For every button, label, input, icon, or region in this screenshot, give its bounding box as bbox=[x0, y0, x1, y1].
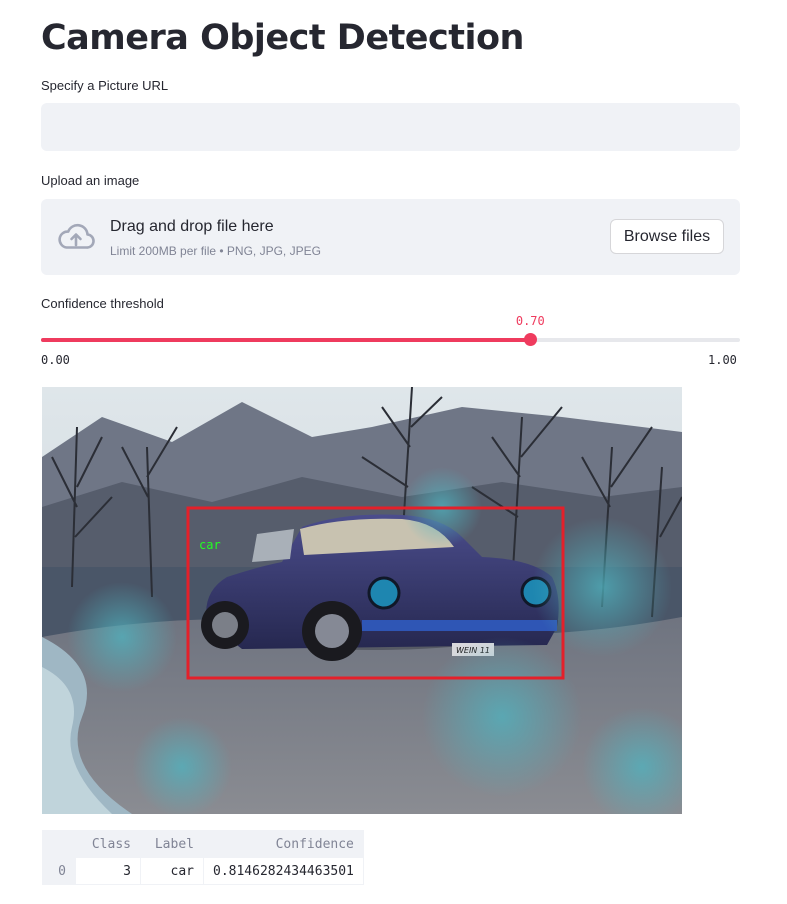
upload-label: Upload an image bbox=[41, 173, 140, 188]
browse-files-button[interactable]: Browse files bbox=[610, 219, 724, 254]
file-uploader-dropzone[interactable]: Drag and drop file here Limit 200MB per … bbox=[41, 199, 740, 275]
url-input-label: Specify a Picture URL bbox=[41, 78, 169, 93]
column-header-index bbox=[42, 830, 76, 858]
column-header-class: Class bbox=[75, 830, 141, 858]
column-header-confidence: Confidence bbox=[203, 830, 364, 858]
column-header-label: Label bbox=[140, 830, 204, 858]
detection-result-image: WEIN 11 car bbox=[42, 387, 682, 814]
table-row: 0 3 car 0.8146282434463501 bbox=[42, 857, 364, 885]
dropzone-title: Drag and drop file here bbox=[110, 218, 274, 235]
page-title: Camera Object Detection bbox=[41, 18, 524, 58]
dropzone-limits: Limit 200MB per file • PNG, JPG, JPEG bbox=[110, 244, 321, 258]
table-header-row: Class Label Confidence bbox=[42, 830, 364, 858]
picture-url-input[interactable] bbox=[41, 103, 740, 151]
confidence-slider-fill bbox=[41, 338, 531, 342]
confidence-slider-value: 0.70 bbox=[515, 314, 545, 328]
cell-confidence: 0.8146282434463501 bbox=[203, 857, 364, 885]
confidence-slider-track[interactable]: 0.70 bbox=[41, 314, 740, 346]
confidence-slider-thumb[interactable] bbox=[524, 333, 538, 346]
detection-label: car bbox=[199, 538, 221, 552]
row-index: 0 bbox=[42, 857, 76, 885]
slider-min-label: 0.00 bbox=[41, 353, 70, 367]
cell-class: 3 bbox=[75, 857, 141, 885]
detections-table: Class Label Confidence 0 3 car 0.8146282… bbox=[42, 830, 364, 885]
cell-label: car bbox=[140, 857, 204, 885]
slider-max-label: 1.00 bbox=[708, 353, 737, 367]
slider-label: Confidence threshold bbox=[41, 296, 164, 311]
cloud-upload-icon bbox=[58, 223, 95, 249]
